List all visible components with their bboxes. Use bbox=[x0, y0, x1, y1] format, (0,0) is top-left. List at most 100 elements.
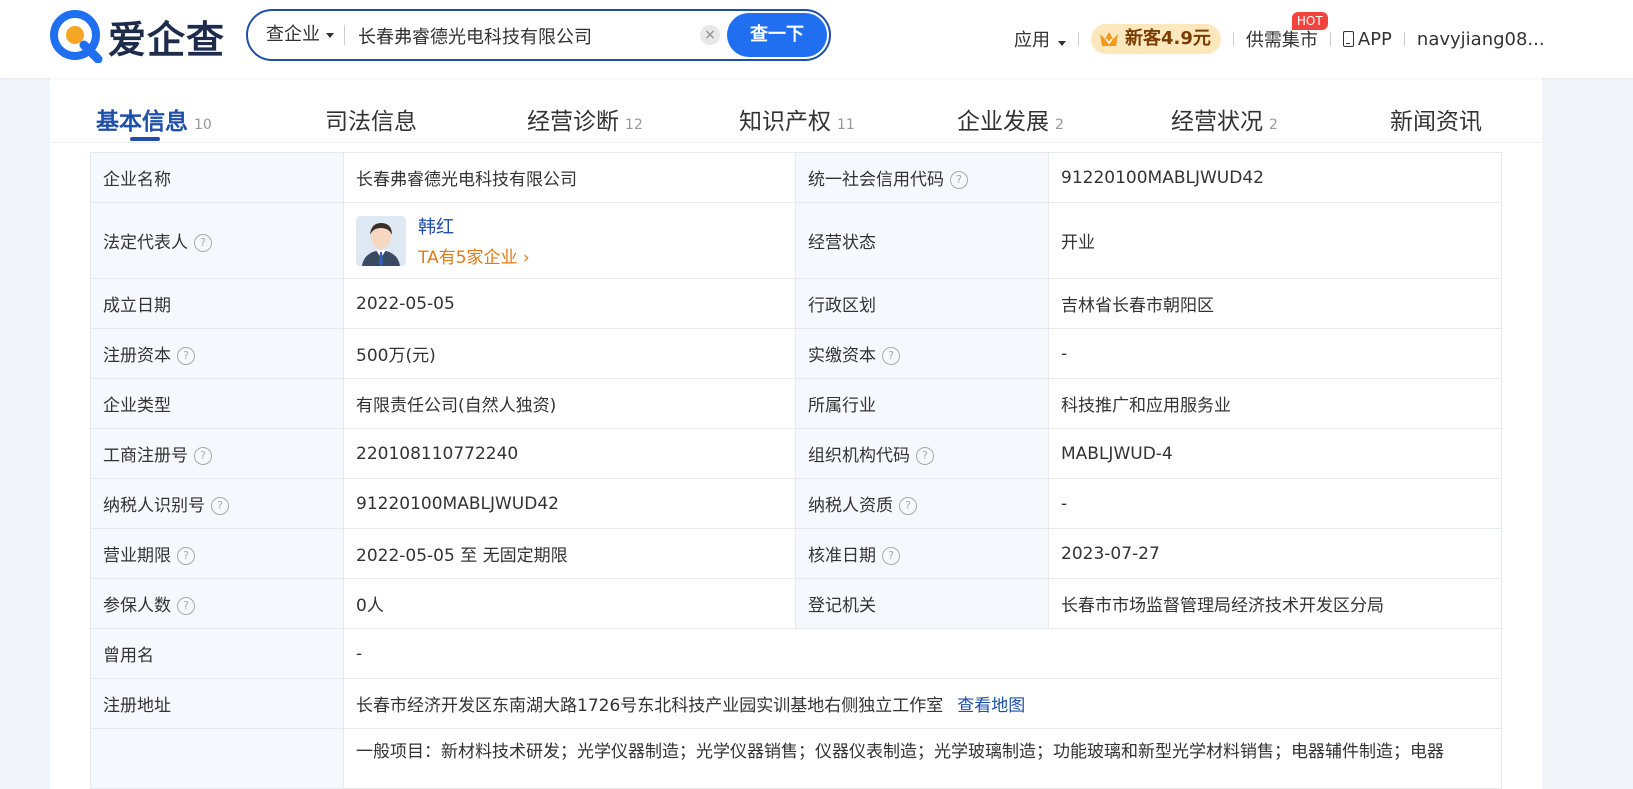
company-type-value: 有限责任公司(自然人独资) bbox=[343, 378, 796, 429]
address-label: 注册地址 bbox=[90, 678, 344, 729]
company-info-panel: 基本信息 10 司法信息 经营诊断 12 知识产权 11 企业发展 2 经营状况 2 新闻… bbox=[50, 78, 1542, 789]
tab-count: 11 bbox=[837, 117, 855, 133]
authority-label: 登记机关 bbox=[795, 578, 1049, 629]
search-input[interactable] bbox=[356, 11, 700, 61]
table-row: 一般项目：新材料技术研发；光学仪器制造；光学仪器销售；仪器仪表制造；光学玻璃制造… bbox=[90, 728, 1502, 789]
tab-label: 经营诊断 bbox=[527, 109, 619, 135]
help-icon[interactable]: ? bbox=[194, 234, 212, 252]
help-icon[interactable]: ? bbox=[194, 447, 212, 465]
taxpayer-qual-label: 纳税人资质? bbox=[795, 478, 1049, 529]
approval-value: 2023-07-27 bbox=[1048, 528, 1502, 579]
apps-menu-label: 应用 bbox=[1014, 30, 1050, 51]
table-row: 工商注册号? 220108110772240 组织机构代码? MABLJWUD-… bbox=[90, 428, 1502, 479]
paid-capital-value: - bbox=[1048, 328, 1502, 379]
company-name-value: 长春弗睿德光电科技有限公司 bbox=[343, 152, 796, 203]
logo[interactable]: 爱企查 bbox=[50, 9, 225, 63]
company-type-label: 企业类型 bbox=[90, 378, 344, 429]
chevron-right-icon: › bbox=[522, 248, 530, 268]
tab-label: 知识产权 bbox=[739, 109, 831, 135]
taxpayer-id-label: 纳税人识别号? bbox=[90, 478, 344, 529]
section-tabs: 基本信息 10 司法信息 经营诊断 12 知识产权 11 企业发展 2 经营状况 2 新闻… bbox=[50, 78, 1542, 143]
caret-down-icon bbox=[1058, 41, 1066, 46]
vip-promo-button[interactable]: 新客4.9元 bbox=[1091, 24, 1221, 54]
help-icon[interactable]: ? bbox=[211, 497, 229, 515]
clear-icon[interactable]: × bbox=[700, 25, 720, 45]
logo-text: 爱企查 bbox=[108, 17, 226, 62]
help-icon[interactable]: ? bbox=[177, 597, 195, 615]
paid-capital-label: 实缴资本? bbox=[795, 328, 1049, 379]
label-text: 纳税人识别号 bbox=[103, 496, 205, 516]
legal-rep-companies-link[interactable]: TA有5家企业 › bbox=[418, 243, 530, 268]
legal-rep-value: 韩红 TA有5家企业 › bbox=[343, 202, 796, 279]
authority-value: 长春市市场监督管理局经济技术开发区分局 bbox=[1048, 578, 1502, 629]
tab-development[interactable]: 企业发展 2 bbox=[957, 102, 1064, 136]
tab-label: 司法信息 bbox=[325, 109, 417, 135]
table-row: 成立日期 2022-05-05 行政区划 吉林省长春市朝阳区 bbox=[90, 278, 1502, 329]
label-text: 工商注册号 bbox=[103, 446, 188, 466]
tab-operation-status[interactable]: 经营状况 2 bbox=[1171, 102, 1278, 136]
legal-rep-text: 韩红 TA有5家企业 › bbox=[418, 213, 530, 268]
table-row: 企业名称 长春弗睿德光电科技有限公司 统一社会信用代码? 91220100MAB… bbox=[90, 152, 1502, 203]
search-scope-dropdown[interactable]: 查企业 bbox=[266, 11, 334, 59]
market-link[interactable]: 供需集市 HOT bbox=[1245, 12, 1328, 52]
market-label: 供需集市 bbox=[1245, 30, 1318, 51]
help-icon[interactable]: ? bbox=[899, 497, 917, 515]
vip-promo-label: 新客4.9元 bbox=[1125, 28, 1211, 49]
search-button[interactable]: 查一下 bbox=[727, 13, 827, 57]
phone-icon bbox=[1342, 31, 1354, 47]
credit-code-value: 91220100MABLJWUD42 bbox=[1048, 152, 1502, 203]
industry-label: 所属行业 bbox=[795, 378, 1049, 429]
tab-count: 2 bbox=[1055, 117, 1064, 133]
help-icon[interactable]: ? bbox=[177, 347, 195, 365]
table-row: 营业期限? 2022-05-05 至 无固定期限 核准日期? 2023-07-2… bbox=[90, 528, 1502, 579]
divider bbox=[1329, 32, 1331, 46]
help-icon[interactable]: ? bbox=[950, 171, 968, 189]
status-value: 开业 bbox=[1048, 202, 1502, 279]
table-row: 注册资本? 500万(元) 实缴资本? - bbox=[90, 328, 1502, 379]
label-text: 统一社会信用代码 bbox=[808, 170, 944, 190]
region-label: 行政区划 bbox=[795, 278, 1049, 329]
table-row: 曾用名 - bbox=[90, 628, 1502, 679]
label-text: 营业期限 bbox=[103, 546, 171, 566]
tab-label: 企业发展 bbox=[957, 109, 1049, 135]
tab-ip[interactable]: 知识产权 11 bbox=[739, 102, 855, 136]
scope-label bbox=[90, 728, 344, 789]
help-icon[interactable]: ? bbox=[177, 547, 195, 565]
active-tab-indicator bbox=[130, 137, 160, 141]
former-name-value: - bbox=[343, 628, 1502, 679]
basic-info-table: 企业名称 长春弗睿德光电科技有限公司 统一社会信用代码? 91220100MAB… bbox=[90, 152, 1502, 789]
scope-value: 一般项目：新材料技术研发；光学仪器制造；光学仪器销售；仪器仪表制造；光学玻璃制造… bbox=[343, 728, 1502, 789]
app-link[interactable]: APP bbox=[1342, 29, 1392, 50]
help-icon[interactable]: ? bbox=[882, 547, 900, 565]
table-row: 企业类型 有限责任公司(自然人独资) 所属行业 科技推广和应用服务业 bbox=[90, 378, 1502, 429]
tab-news[interactable]: 新闻资讯 bbox=[1390, 102, 1482, 136]
tab-judicial-info[interactable]: 司法信息 bbox=[325, 102, 417, 136]
tab-count: 12 bbox=[625, 117, 643, 133]
apps-menu[interactable]: 应用 bbox=[1014, 26, 1066, 52]
legal-rep-name[interactable]: 韩红 bbox=[418, 213, 530, 239]
user-menu[interactable]: navyjiang08... bbox=[1417, 29, 1545, 50]
term-label: 营业期限? bbox=[90, 528, 344, 579]
table-row: 纳税人识别号? 91220100MABLJWUD42 纳税人资质? - bbox=[90, 478, 1502, 529]
approval-label: 核准日期? bbox=[795, 528, 1049, 579]
divider bbox=[1403, 32, 1405, 46]
label-text: 组织机构代码 bbox=[808, 446, 910, 466]
tab-count: 2 bbox=[1269, 117, 1278, 133]
taxpayer-id-value: 91220100MABLJWUD42 bbox=[343, 478, 796, 529]
tab-business-diagnosis[interactable]: 经营诊断 12 bbox=[527, 102, 643, 136]
company-name-label: 企业名称 bbox=[90, 152, 344, 203]
label-text: 纳税人资质 bbox=[808, 496, 893, 516]
tab-label: 经营状况 bbox=[1171, 109, 1263, 135]
help-icon[interactable]: ? bbox=[916, 447, 934, 465]
founded-label: 成立日期 bbox=[90, 278, 344, 329]
crown-icon bbox=[1100, 32, 1118, 46]
status-label: 经营状态 bbox=[795, 202, 1049, 279]
tab-basic-info[interactable]: 基本信息 10 bbox=[96, 102, 212, 136]
insured-label: 参保人数? bbox=[90, 578, 344, 629]
address-value: 长春市经济开发区东南湖大路1726号东北科技产业园实训基地右侧独立工作室 查看地图 bbox=[343, 678, 1502, 729]
help-icon[interactable]: ? bbox=[882, 347, 900, 365]
scope-text: 一般项目：新材料技术研发；光学仪器制造；光学仪器销售；仪器仪表制造；光学玻璃制造… bbox=[356, 742, 1444, 762]
avatar[interactable] bbox=[356, 215, 406, 266]
logo-icon bbox=[50, 10, 103, 63]
view-map-link[interactable]: 查看地图 bbox=[957, 696, 1025, 716]
